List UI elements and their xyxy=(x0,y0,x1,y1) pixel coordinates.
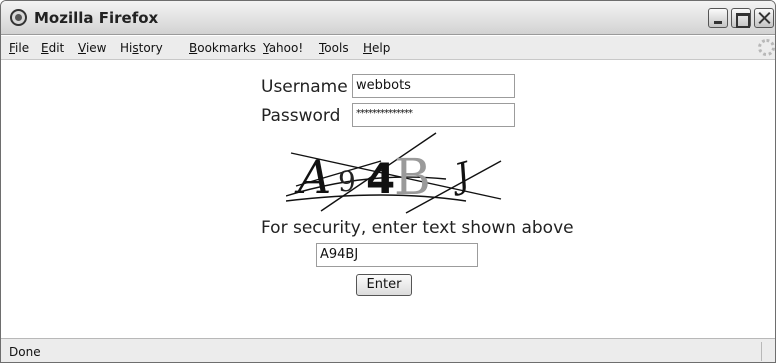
menu-tools[interactable]: Tools xyxy=(319,41,349,55)
page-content: Username webbots Password **************… xyxy=(1,61,775,338)
username-input[interactable]: webbots xyxy=(352,74,515,98)
menu-bookmarks[interactable]: Bookmarks xyxy=(189,41,256,55)
status-text: Done xyxy=(9,345,41,359)
menu-edit[interactable]: Edit xyxy=(41,41,64,55)
menu-history[interactable]: History xyxy=(120,41,163,55)
menu-file[interactable]: File xyxy=(9,41,29,55)
browser-window: Mozilla Firefox File Edit View History B… xyxy=(0,0,776,363)
menu-help[interactable]: Help xyxy=(363,41,390,55)
menu-view[interactable]: View xyxy=(78,41,106,55)
password-label: Password xyxy=(261,106,341,126)
username-label: Username xyxy=(261,77,348,97)
window-title: Mozilla Firefox xyxy=(34,9,159,27)
minimize-button[interactable] xyxy=(708,8,728,28)
firefox-icon xyxy=(10,9,27,26)
captcha-char-a: A xyxy=(294,150,331,204)
close-button[interactable] xyxy=(754,8,774,28)
captcha-char-4: 4 xyxy=(366,154,395,203)
captcha-char-b: B xyxy=(394,148,431,206)
captcha-image: A 9 4 B J xyxy=(286,132,502,214)
menu-yahoo[interactable]: Yahoo! xyxy=(263,41,303,55)
captcha-char-9: 9 xyxy=(338,165,356,198)
password-input[interactable]: ************** xyxy=(352,103,515,127)
title-bar: Mozilla Firefox xyxy=(1,1,775,35)
status-divider xyxy=(761,342,762,361)
captcha-input[interactable]: A94BJ xyxy=(316,243,478,267)
security-prompt: For security, enter text shown above xyxy=(261,218,574,238)
menu-bar: File Edit View History Bookmarks Yahoo! … xyxy=(1,36,775,60)
enter-button[interactable]: Enter xyxy=(356,274,412,296)
maximize-button[interactable] xyxy=(731,8,751,28)
status-bar: Done xyxy=(1,338,775,362)
throbber-icon xyxy=(758,39,775,56)
